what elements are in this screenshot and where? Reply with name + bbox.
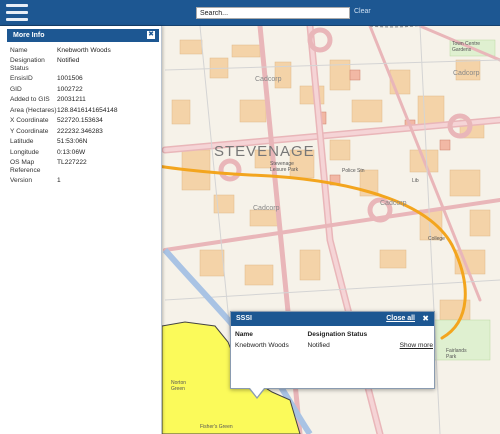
sssi-name-cell: Knebworth Woods (235, 342, 289, 349)
sssi-status-cell: Notified (307, 342, 330, 349)
column-header-name: Name (235, 331, 253, 338)
show-more-link[interactable]: Show more (388, 339, 433, 352)
attribute-key: Y Coordinate (10, 127, 49, 135)
attribute-key: Area (Hectares) (10, 106, 57, 114)
attribute-value: Notified (57, 57, 80, 64)
attribute-row: Designation Status Notified (10, 56, 160, 74)
map-label-police: Police Stn (342, 168, 365, 174)
map-label-college: College (428, 236, 445, 242)
attribute-row: Added to GIS 20031211 (10, 95, 160, 106)
map-label-leisure: Stevenage Leisure Park (270, 161, 299, 173)
watermark: Cadcorp (255, 76, 282, 83)
attribute-row: EnsisID 1001506 (10, 74, 160, 85)
attribute-row: OS Map Reference TL227222 (10, 158, 160, 176)
hamburger-menu-icon[interactable] (6, 4, 28, 22)
top-bar: Clear (0, 0, 500, 26)
sssi-popup: SSSI Close all ✖ Name Designation Status… (230, 311, 435, 399)
attribute-value: 0:13:06W (57, 148, 86, 156)
attribute-key: Added to GIS (10, 96, 50, 103)
attribute-value: 20031211 (57, 96, 86, 103)
attribute-row: Area (Hectares) 128.8416141654148 (10, 105, 160, 116)
attribute-key: Designation Status (10, 57, 45, 72)
table-row: Knebworth Woods Notified Show more (235, 339, 433, 352)
map-label-nortons: Norton Green (171, 380, 187, 392)
attribute-key: Latitude (10, 138, 34, 145)
close-icon[interactable]: ✖ (422, 314, 429, 323)
search-input[interactable] (196, 7, 350, 19)
clear-link[interactable]: Clear (354, 8, 371, 15)
more-info-header: More Info ✖ (7, 29, 159, 42)
attribute-row: Latitude 51:53:06N (10, 137, 160, 148)
attribute-row: Y Coordinate 222232.346283 (10, 126, 160, 137)
attribute-value: TL227222 (57, 159, 87, 166)
close-icon[interactable]: ✖ (147, 31, 155, 39)
watermark: Cadcorp (380, 200, 407, 207)
sssi-table: Name Designation Status Knebworth Woods … (235, 330, 433, 352)
attribute-key: Name (10, 46, 28, 54)
attribute-value: 222232.346283 (57, 127, 103, 135)
attribute-key: X Coordinate (10, 117, 49, 124)
attribute-row: GID 1002722 (10, 84, 160, 95)
attribute-row: Name Knebworth Woods (10, 45, 160, 56)
attribute-value: 1 (57, 177, 61, 184)
town-label: STEVENAGE (214, 143, 315, 160)
attribute-key: Longitude (10, 148, 39, 156)
map-label-park: Fairlands Park (446, 348, 467, 360)
watermark: Cadcorp (453, 70, 480, 77)
attribute-value: Knebworth Woods (57, 46, 111, 54)
attribute-value: 128.8416141654148 (57, 106, 118, 114)
attribute-table: Name Knebworth Woods Designation Status Not… (10, 45, 160, 186)
map-label-pond: Fisher's Green (200, 424, 233, 430)
attribute-value: 1001506 (57, 75, 83, 82)
attribute-row: X Coordinate 522720.153634 (10, 116, 160, 127)
attribute-value: 1002722 (57, 85, 83, 93)
sssi-title: SSSI (236, 315, 252, 322)
attribute-value: 51:53:06N (57, 138, 88, 145)
attribute-key: EnsisID (10, 75, 33, 82)
close-all-link[interactable]: Close all (386, 315, 415, 322)
attribute-key: GID (10, 85, 22, 93)
map-label-library: Lib (412, 178, 419, 184)
more-info-title: More Info (13, 32, 45, 39)
column-header-status: Designation Status (307, 331, 368, 338)
attribute-key: Version (10, 177, 32, 184)
watermark: Cadcorp (253, 205, 280, 212)
more-info-panel: More Info ✖ Name Knebworth Woods Designati… (0, 26, 162, 434)
attribute-row: Version 1 (10, 176, 160, 187)
map-label-town-centre: Town Centre Gardens (452, 41, 481, 53)
attribute-value: 522720.153634 (57, 117, 103, 124)
attribute-key: OS Map Reference (10, 159, 41, 174)
attribute-row: Longitude 0:13:06W (10, 147, 160, 158)
sssi-header: SSSI Close all ✖ (231, 312, 434, 326)
popup-pointer-inner (250, 388, 264, 397)
